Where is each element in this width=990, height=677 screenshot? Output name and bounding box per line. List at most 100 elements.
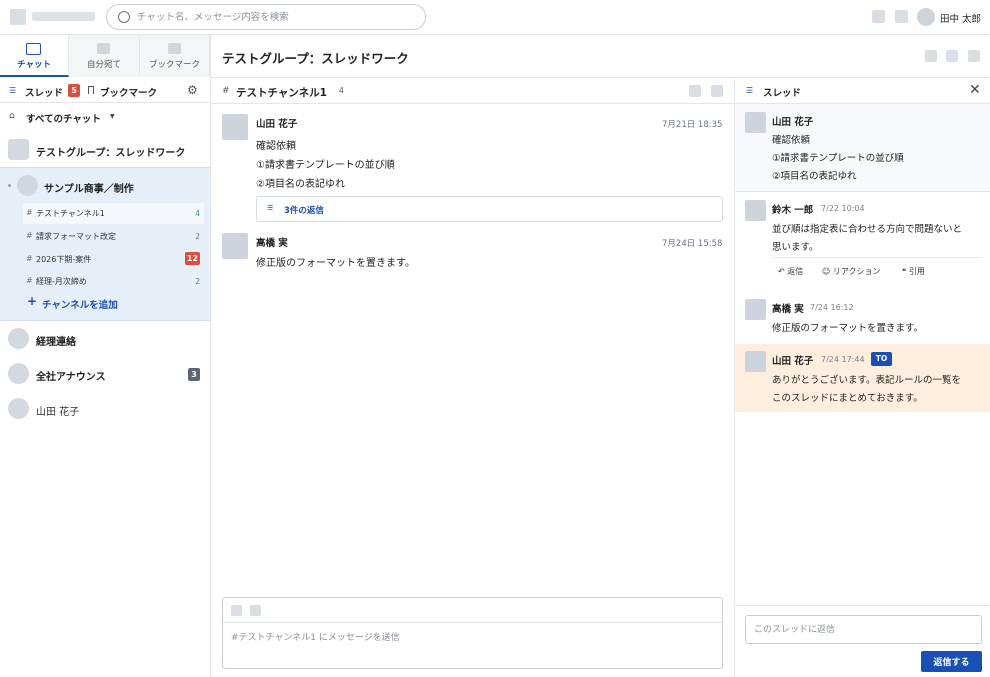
group-name[interactable]: サンプル商事／制作 <box>44 180 134 195</box>
avatar <box>222 233 248 259</box>
tab-bookmarks-label: ブックマーク <box>148 60 200 70</box>
channel-item[interactable]: # テストチャンネル1 4 <box>23 203 204 224</box>
gear-icon[interactable]: ⚙ <box>187 83 198 97</box>
chat-item[interactable]: 全社アナウンス 3 <box>0 359 210 389</box>
avatar <box>8 328 29 349</box>
user-name[interactable]: 田中 太郎 <box>940 11 981 25</box>
user-avatar[interactable] <box>917 8 935 26</box>
thread-root-message: 山田 花子 確認依頼 ①請求書テンプレートの並び順 ②項目名の表記ゆれ <box>735 104 990 192</box>
channel-name: 請求フォーマット改定 <box>36 232 116 241</box>
members-icon[interactable] <box>925 50 937 62</box>
unread-badge: 12 <box>184 252 200 265</box>
reaction-action[interactable]: ☺ リアクション <box>822 266 881 277</box>
channel-name: テストチャンネル1 <box>36 209 105 218</box>
bookmarks-link[interactable]: ブックマーク <box>100 85 157 99</box>
nav-tabs: チャット 自分宛て ブックマーク <box>0 35 210 77</box>
thread-title: スレッド <box>763 88 802 99</box>
avatar <box>745 112 766 133</box>
message-text: ①請求書テンプレートの並び順 <box>256 160 395 171</box>
message-actions: ↶ 返信 ☺ リアクション ❝ 引用 <box>772 257 982 283</box>
search-icon <box>118 11 130 23</box>
all-chats-filter[interactable]: ⌂ すべてのチャット ▼ <box>0 103 210 131</box>
bookmark-icon <box>88 86 94 94</box>
reply-action[interactable]: ↶ 返信 <box>778 266 803 277</box>
tab-bookmarks[interactable]: ブックマーク <box>140 35 210 77</box>
group-avatar <box>8 139 29 160</box>
message-text: 確認依頼 <box>256 141 296 152</box>
channel-item[interactable]: # 2026下期-案件 12 <box>23 249 204 270</box>
avatar <box>8 398 29 419</box>
reaction-action-label: リアクション <box>832 267 881 276</box>
member-count: 4 <box>339 86 344 95</box>
sidebar-subheader: ☰ スレッド 5 ブックマーク ⚙ <box>0 78 210 103</box>
chat-item-name: テストグループ：スレッドワーク <box>36 148 186 159</box>
message-author[interactable]: 鈴木 一郎 <box>772 202 813 216</box>
page-title: テストグループ：スレッドワーク <box>222 51 409 66</box>
channel-header: # テストチャンネル1 4 <box>211 78 734 104</box>
notification-icon[interactable] <box>872 10 885 23</box>
channel-pane: # テストチャンネル1 4 山田 花子 7月21日 18:35 確認依頼 ①請求… <box>211 78 735 677</box>
channel-item[interactable]: # 請求フォーマット改定 2 <box>23 226 204 247</box>
message-input[interactable] <box>231 629 711 647</box>
pin-icon[interactable] <box>946 50 958 62</box>
chat-header: テストグループ：スレッドワーク <box>211 35 990 78</box>
reply-count-label: 3件の返信 <box>284 206 324 216</box>
attach-icon[interactable] <box>231 605 242 616</box>
thread-reply-highlighted: 山田 花子 7/24 17:44 TO ありがとうございます。表記ルールの一覧を… <box>735 344 990 412</box>
thread-header: ☰ スレッド ✕ <box>735 78 990 104</box>
message-author[interactable]: 山田 花子 <box>256 116 297 130</box>
left-sidebar: チャット 自分宛て ブックマーク ☰ スレッド 5 ブックマーク ⚙ ⌂ すべて… <box>0 35 211 677</box>
message-text: このスレッドにまとめておきます。 <box>772 393 923 404</box>
top-bar: 田中 太郎 <box>0 0 990 35</box>
home-icon: ⌂ <box>9 111 15 121</box>
chat-icon <box>26 43 41 55</box>
chat-item-name: 山田 花子 <box>36 407 80 418</box>
hash-icon: # <box>222 86 230 96</box>
search-icon[interactable] <box>689 85 701 97</box>
hash-icon: # <box>26 231 33 240</box>
more-icon[interactable] <box>711 85 723 97</box>
tab-mentions-label: 自分宛て <box>86 60 121 70</box>
threads-link[interactable]: スレッド <box>25 85 63 99</box>
avatar <box>8 363 29 384</box>
message-text: 確認依頼 <box>772 135 811 146</box>
chat-item[interactable]: 山田 花子 <box>0 394 210 424</box>
channel-name: 経理-月次締め <box>36 277 87 286</box>
channel-name: 2026下期-案件 <box>36 255 92 264</box>
message-author[interactable]: 高橋 実 <box>772 301 804 315</box>
message-text: 修正版のフォーマットを置きます。 <box>256 258 415 269</box>
tab-chat[interactable]: チャット <box>0 35 69 77</box>
message-author[interactable]: 山田 花子 <box>772 114 813 128</box>
chat-item[interactable]: テストグループ：スレッドワーク <box>0 135 210 165</box>
group-collapse-dot <box>8 184 11 187</box>
channel-count: 2 <box>195 277 200 286</box>
thread-icon: ☰ <box>267 204 274 212</box>
add-channel-button[interactable]: チャンネルを追加 <box>42 297 118 311</box>
search-input[interactable] <box>137 8 417 26</box>
settings-icon[interactable] <box>895 10 908 23</box>
thread-replies-button[interactable]: ☰ 3件の返信 <box>256 196 723 222</box>
thread-icon: ☰ <box>746 86 754 95</box>
message-time: 7/24 17:44 <box>821 355 865 364</box>
close-icon[interactable]: ✕ <box>969 82 981 98</box>
quote-action[interactable]: ❝ 引用 <box>902 266 925 277</box>
channel-item[interactable]: # 経理-月次締め 2 <box>23 271 204 292</box>
emoji-icon[interactable] <box>250 605 261 616</box>
threads-badge: 5 <box>68 84 80 97</box>
chat-item[interactable]: 経理連絡 <box>0 324 210 354</box>
search-box[interactable] <box>106 4 426 30</box>
channel-title: テストチャンネル1 <box>236 87 327 99</box>
reply-action-label: 返信 <box>787 267 804 276</box>
message-author[interactable]: 山田 花子 <box>772 353 813 367</box>
message-text: ②項目名の表記ゆれ <box>772 171 857 182</box>
message-time: 7/24 16:12 <box>810 303 854 312</box>
send-reply-button[interactable]: 返信する <box>921 651 982 672</box>
message-author[interactable]: 高橋 実 <box>256 235 288 249</box>
app-logo-text <box>32 12 95 21</box>
all-chats-label: すべてのチャット <box>26 114 101 125</box>
tab-mentions[interactable]: 自分宛て <box>69 35 140 77</box>
thread-reply-input[interactable] <box>745 615 982 644</box>
message-text: ありがとうございます。表記ルールの一覧を <box>772 375 962 386</box>
plus-icon: + <box>27 294 38 308</box>
more-icon[interactable] <box>968 50 980 62</box>
